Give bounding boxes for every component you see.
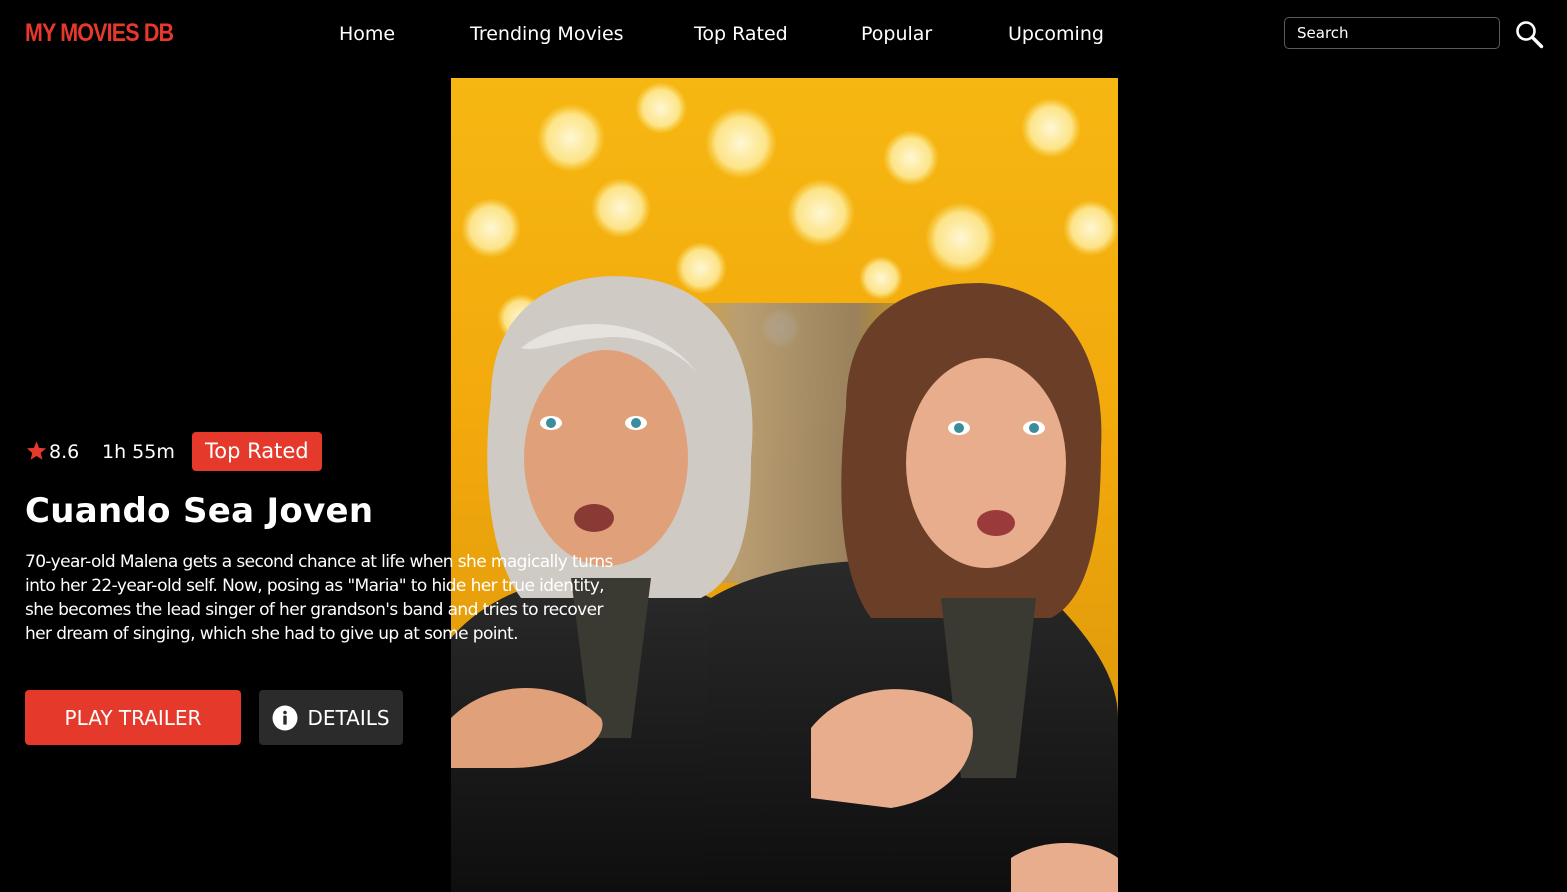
movie-title: Cuando Sea Joven: [25, 491, 374, 531]
nav-top-rated[interactable]: Top Rated: [694, 20, 788, 48]
info-icon: [272, 705, 298, 730]
play-trailer-label: PLAY TRAILER: [64, 705, 202, 730]
movie-poster: [451, 78, 1118, 892]
nav-trending-movies[interactable]: Trending Movies: [470, 20, 624, 48]
nav-home[interactable]: Home: [339, 20, 395, 48]
poster-image: [451, 78, 1118, 892]
star-icon: [26, 441, 47, 460]
details-button[interactable]: DETAILS: [259, 690, 403, 745]
site-logo[interactable]: MY MOVIES DB: [25, 17, 174, 49]
movie-overview: 70-year-old Malena gets a second chance …: [25, 552, 613, 644]
nav-upcoming[interactable]: Upcoming: [1008, 20, 1104, 48]
play-trailer-button[interactable]: PLAY TRAILER: [25, 690, 241, 745]
search-input[interactable]: [1284, 17, 1500, 49]
top-navbar: MY MOVIES DB Home Trending Movies Top Ra…: [0, 0, 1567, 68]
status-badge: Top Rated: [192, 432, 322, 471]
search-icon[interactable]: [1514, 19, 1544, 49]
runtime: 1h 55m: [102, 441, 175, 463]
rating-value: 8.6: [49, 441, 80, 463]
nav-popular[interactable]: Popular: [861, 20, 932, 48]
details-label: DETAILS: [307, 705, 390, 730]
